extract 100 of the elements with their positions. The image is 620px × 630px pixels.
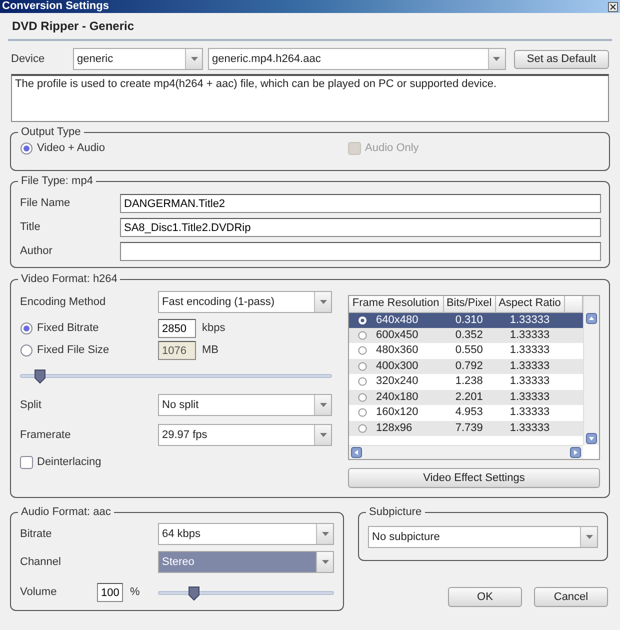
field-label: Split <box>20 398 42 412</box>
dialog-heading: DVD Ripper - Generic <box>12 19 134 33</box>
radio-button[interactable] <box>20 322 33 336</box>
table-row[interactable]: 640x480 0.310 1.33333 <box>349 312 582 328</box>
table-cell: 1.33333 <box>495 420 564 436</box>
table-cell: 1.33333 <box>495 405 564 421</box>
caret-icon <box>584 534 594 540</box>
option-label: Fixed File Size <box>37 344 110 358</box>
dialog-button[interactable]: OK <box>448 587 522 608</box>
field-label: Encoding Method <box>20 296 107 309</box>
dropdown[interactable]: Stereo <box>158 551 334 574</box>
field-label: Volume <box>20 586 58 600</box>
table-cell: 0.310 <box>443 312 495 328</box>
dropdown[interactable]: Fast encoding (1-pass) <box>158 291 332 314</box>
table-cell: 1.33333 <box>495 343 564 359</box>
table-row[interactable]: 480x360 0.550 1.33333 <box>349 343 582 359</box>
group-title: Audio Format: aac <box>20 507 112 518</box>
field-label: Title <box>20 221 42 234</box>
table-cell: 0.792 <box>443 358 495 374</box>
table-cell: 4.953 <box>443 405 495 421</box>
unit-label: kbps <box>202 322 226 336</box>
caret-icon <box>318 299 328 306</box>
field-label: Framerate <box>20 428 72 442</box>
caret-icon <box>318 432 328 438</box>
scroll-left-button[interactable] <box>351 447 362 458</box>
close-icon[interactable] <box>608 2 618 12</box>
table-cell: 0.550 <box>443 343 495 359</box>
radio-button[interactable] <box>20 142 33 156</box>
dropdown[interactable]: No subpicture <box>368 526 598 548</box>
scroll-right-button[interactable] <box>570 447 581 458</box>
field-label: File Name <box>20 197 72 210</box>
option-label: Deinterlacing <box>37 456 102 470</box>
table-cell: 7.739 <box>443 420 495 436</box>
dropdown[interactable]: 29.97 fps <box>158 424 332 446</box>
text-field[interactable]: DANGERMAN.Title2 <box>120 194 601 214</box>
column-header[interactable]: Frame Resolution <box>349 296 444 312</box>
window-title: Conversion Settings <box>2 0 109 13</box>
table-cell: 320x240 <box>376 375 418 389</box>
number-field[interactable]: 2850 <box>158 319 196 338</box>
table-cell: 1.33333 <box>495 374 564 390</box>
vertical-scrollbar[interactable] <box>583 296 599 446</box>
description-box: The profile is used to create mp4(h264 + aac) file, which can be played on PC or supported device. <box>11 74 609 122</box>
table-cell: 0.352 <box>443 328 495 344</box>
field-label: Device <box>11 52 46 66</box>
unit-label: MB <box>202 344 218 358</box>
dropdown[interactable]: generic.mp4.h264.aac <box>208 48 506 70</box>
group-title: Subpicture <box>368 507 423 518</box>
table-cell: 1.33333 <box>495 312 564 328</box>
table-cell: 160x120 <box>376 406 418 420</box>
caret-icon <box>492 56 502 62</box>
group-title: File Type: mp4 <box>20 176 94 188</box>
table-cell: 400x300 <box>376 360 418 374</box>
slider-thumb[interactable] <box>34 369 46 384</box>
caret-icon <box>318 402 328 408</box>
text-field[interactable]: SA8_Disc1.Title2.DVDRip <box>120 218 601 238</box>
radio-button[interactable] <box>20 344 33 358</box>
caret-icon <box>320 559 330 566</box>
group-title: Video Format: h264 <box>20 274 118 286</box>
horizontal-scrollbar[interactable] <box>349 445 583 460</box>
checkbox[interactable] <box>20 456 33 470</box>
table-cell: 1.33333 <box>495 328 564 344</box>
table-cell: 2.201 <box>443 390 495 406</box>
table-cell: 240x180 <box>376 390 418 404</box>
field-label: Author <box>20 245 54 258</box>
number-field[interactable]: 1076 <box>158 341 196 360</box>
table-cell: 480x360 <box>376 344 418 358</box>
unit-label: % <box>130 586 141 600</box>
dropdown[interactable]: 64 kbps <box>158 523 334 546</box>
table-row[interactable]: 600x450 0.352 1.33333 <box>349 328 582 344</box>
slider-thumb[interactable] <box>188 586 200 601</box>
table-row[interactable]: 320x240 1.238 1.33333 <box>349 374 582 390</box>
table-cell: 1.33333 <box>495 358 564 374</box>
table-cell: 1.33333 <box>495 390 564 406</box>
table-cell: 128x96 <box>376 422 412 436</box>
table-row[interactable]: 240x180 2.201 1.33333 <box>349 390 582 406</box>
scroll-down-button[interactable] <box>586 433 597 444</box>
column-header[interactable]: Aspect Ratio <box>495 296 564 312</box>
dropdown[interactable]: generic <box>73 48 203 70</box>
field-label: Bitrate <box>20 528 53 541</box>
dropdown[interactable]: No split <box>158 394 332 416</box>
table-cell: 640x480 <box>376 314 418 327</box>
text-field[interactable] <box>120 242 601 262</box>
table-cell: 600x450 <box>376 328 418 342</box>
column-header[interactable]: Bits/Pixel <box>443 296 495 312</box>
number-field[interactable]: 100 <box>97 583 123 602</box>
caret-icon <box>320 531 330 538</box>
caret-icon <box>190 56 198 62</box>
field-label: Channel <box>20 556 62 569</box>
dialog-button[interactable]: Cancel <box>534 587 608 608</box>
option-label: Fixed Bitrate <box>37 322 99 336</box>
table-row[interactable]: 128x96 7.739 1.33333 <box>349 420 582 436</box>
scroll-up-button[interactable] <box>586 313 597 324</box>
video-effect-settings-button[interactable]: Video Effect Settings <box>348 468 600 488</box>
group-title: Output Type <box>20 127 82 138</box>
table-row[interactable]: 400x300 0.792 1.33333 <box>349 358 582 374</box>
set-default-button[interactable]: Set as Default <box>514 50 609 69</box>
table-cell: 1.238 <box>443 374 495 390</box>
option-label: Audio Only <box>365 142 419 156</box>
option-label: Video + Audio <box>37 142 105 156</box>
table-row[interactable]: 160x120 4.953 1.33333 <box>349 405 582 421</box>
